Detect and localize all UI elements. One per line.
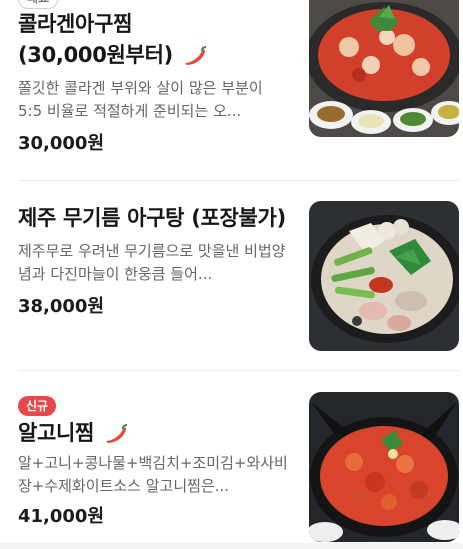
menu-item-description: 알+고니+콩나물+백김치+조미김+와사비장+수제화이트소스 알고니찜은... [18, 454, 288, 495]
bottom-edge [0, 543, 463, 549]
badge-new: 신규 [18, 396, 57, 416]
chili-pepper-icon [184, 46, 206, 65]
menu-item[interactable]: 대표 콜라겐아구찜 (30,000원부터) 쫄깃한 콜라겐 부위와 살이 많은 … [0, 0, 463, 181]
menu-item-photo[interactable] [309, 392, 459, 542]
menu-item[interactable]: 제주 무기름 아구탕 (포장불가) 제주무로 우려낸 무기름으로 맛을낸 비법양… [0, 181, 463, 371]
menu-item-description: 쫄깃한 콜라겐 부위와 살이 많은 부분이 5:5 비율로 적절하게 준비되는 … [18, 79, 263, 120]
menu-item[interactable]: 신규 알고니찜 알+고니+콩나물+백김치+조미김+와사비장+수제화이트소스 알고… [0, 372, 463, 549]
menu-item-price: 38,000원 [18, 296, 105, 317]
divider [18, 370, 459, 371]
menu-item-name: 제주 무기름 아구탕 (포장불가) [18, 206, 286, 230]
badge-best: 대표 [18, 0, 59, 9]
menu-item-photo[interactable] [309, 0, 459, 137]
chili-pepper-icon [106, 424, 128, 443]
menu-item-description: 제주무로 우려낸 무기름으로 맛을낸 비법양념과 다진마늘이 한웅큼 들어... [18, 242, 286, 283]
menu-item-name: 알고니찜 [18, 418, 290, 449]
menu-item-photo[interactable] [309, 201, 459, 351]
menu-item-name: 콜라겐아구찜 (30,000원부터) [18, 9, 290, 71]
menu-item-price: 30,000원 [18, 133, 105, 154]
menu-item-price: 41,000원 [18, 506, 105, 527]
